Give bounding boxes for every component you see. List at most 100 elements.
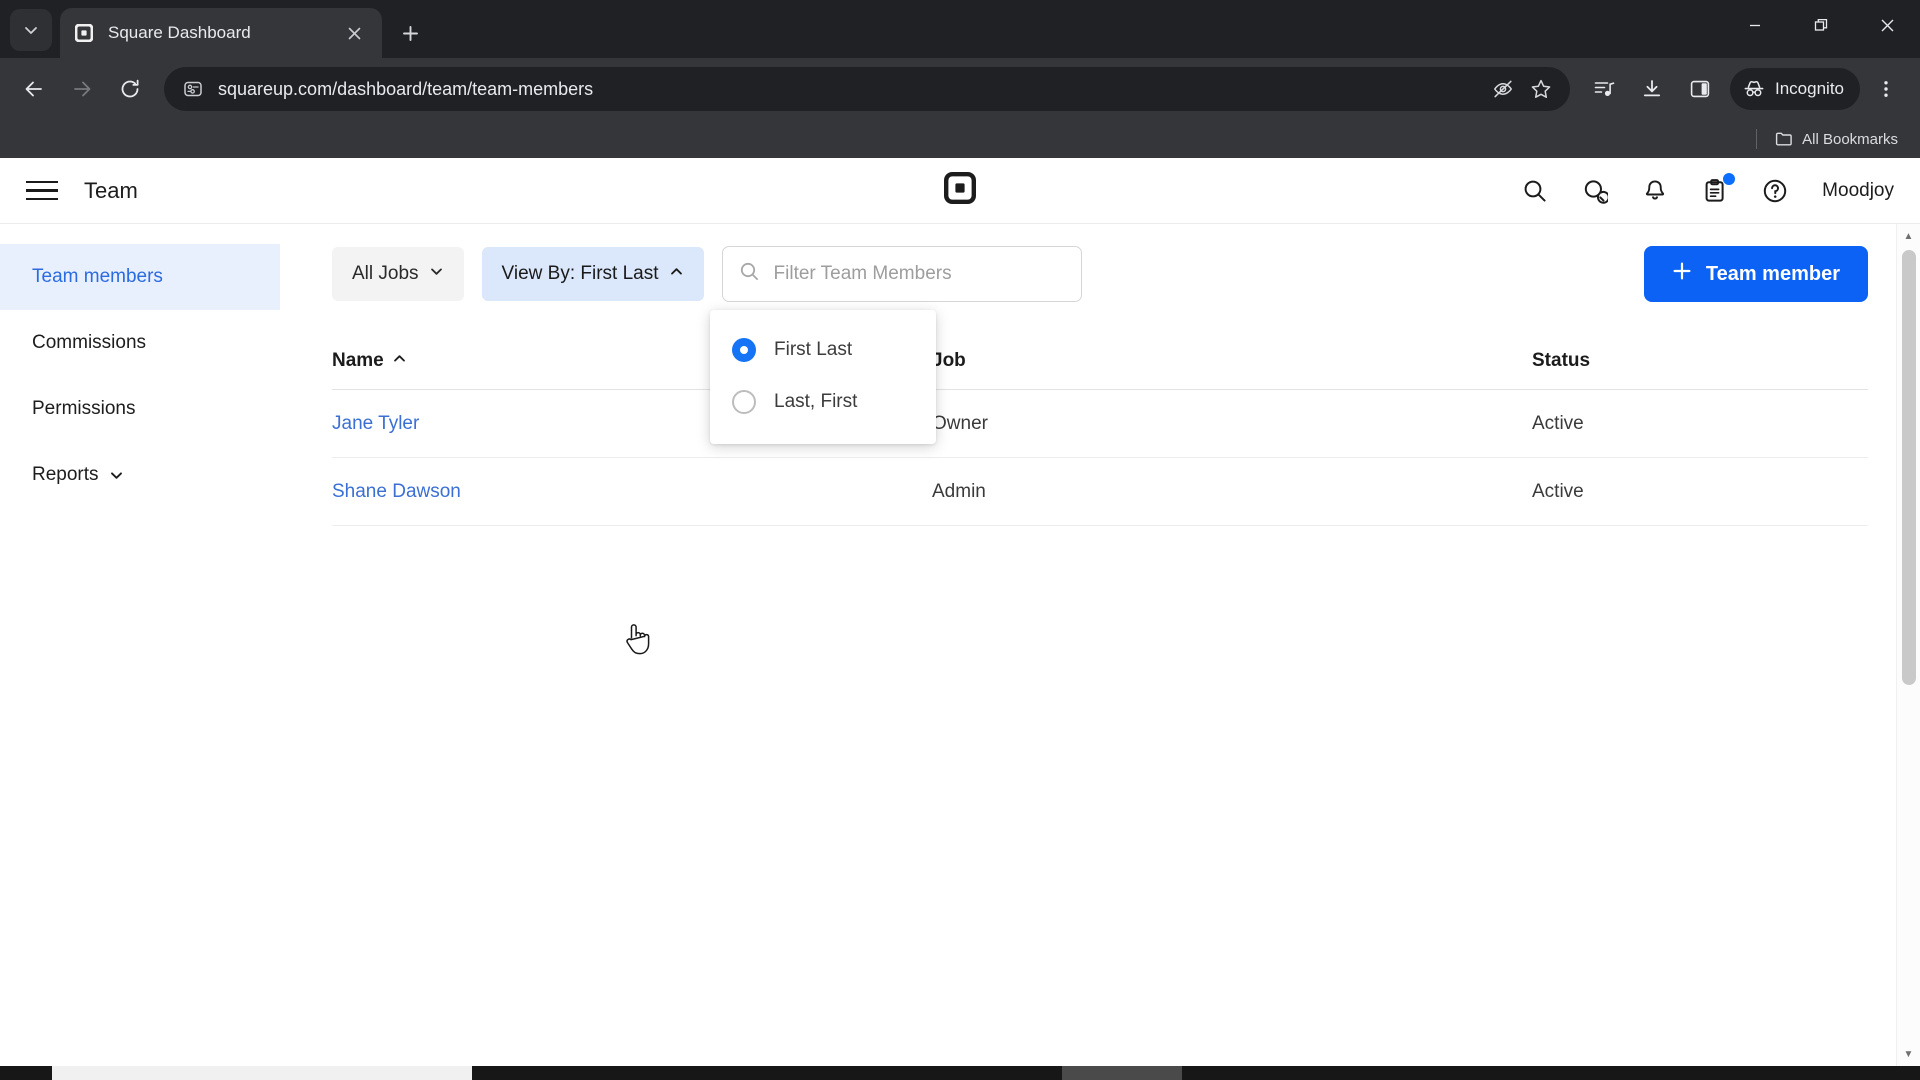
sidebar: Team members Commissions Permissions Rep…: [0, 224, 280, 1066]
sidebar-item-label: Team members: [32, 266, 163, 287]
incognito-icon: [1744, 80, 1764, 97]
view-by-label: View By: First Last: [501, 263, 659, 284]
scroll-down-arrow-icon[interactable]: ▼: [1897, 1042, 1920, 1066]
star-icon[interactable]: [1526, 74, 1556, 104]
window-minimize-button[interactable]: [1722, 0, 1788, 50]
search-input[interactable]: [773, 263, 1065, 285]
close-icon: [1881, 19, 1893, 31]
all-bookmarks-button[interactable]: All Bookmarks: [1767, 127, 1906, 151]
minimize-icon: [1750, 24, 1760, 27]
view-by-dropdown-menu: First Last Last, First: [710, 310, 936, 444]
sidebar-item-commissions[interactable]: Commissions: [0, 310, 280, 376]
chevron-down-icon: [109, 468, 124, 483]
tab-search-button[interactable]: [10, 9, 52, 51]
radio-button-icon[interactable]: [732, 390, 756, 414]
column-header-label: Status: [1532, 349, 1591, 371]
plus-icon: [402, 25, 418, 41]
sidebar-item-permissions[interactable]: Permissions: [0, 376, 280, 442]
all-jobs-label: All Jobs: [352, 263, 419, 284]
add-team-member-label: Team member: [1705, 262, 1840, 285]
tab-title: Square Dashboard: [108, 23, 251, 42]
notification-badge: [1723, 172, 1736, 185]
address-bar[interactable]: squareup.com/dashboard/team/team-members: [164, 67, 1570, 111]
square-logo-icon: [944, 172, 977, 209]
app-body: Team members Commissions Permissions Rep…: [0, 224, 1920, 1066]
filter-toolbar: All Jobs View By: First Last Filter Team…: [332, 246, 1868, 302]
sidebar-item-reports[interactable]: Reports: [0, 442, 280, 508]
cell-job: Admin: [932, 480, 986, 502]
table-row[interactable]: Jane Tyler Owner Active: [332, 390, 1868, 458]
incognito-indicator[interactable]: Incognito: [1730, 68, 1860, 110]
cell-job: Owner: [932, 412, 988, 434]
table-header-row: Name Job Status: [332, 332, 1868, 390]
media-control-icon[interactable]: [1582, 67, 1626, 111]
bell-icon[interactable]: [1638, 174, 1672, 208]
reload-icon: [121, 79, 139, 98]
view-by-filter-button[interactable]: View By: First Last: [481, 247, 704, 301]
browser-tab[interactable]: Square Dashboard: [60, 8, 382, 58]
bookmarks-divider: [1756, 129, 1758, 149]
horizontal-scrollbar-segment[interactable]: [1062, 1066, 1182, 1080]
column-header-label: Name: [332, 349, 384, 371]
vertical-scrollbar[interactable]: ▲ ▼: [1896, 224, 1920, 1066]
browser-window: Square Dashboard squareup.com/dashboard/…: [0, 0, 1920, 1080]
dropdown-option-first-last[interactable]: First Last: [710, 324, 936, 376]
team-members-table: Name Job Status Jane Tyler Owner Active …: [332, 332, 1868, 526]
page-info-icon[interactable]: [178, 74, 208, 104]
dropdown-option-label: First Last: [774, 339, 853, 360]
user-menu[interactable]: Moodjoy: [1822, 180, 1894, 202]
browser-toolbar: squareup.com/dashboard/team/team-members: [0, 58, 1920, 120]
main-content: All Jobs View By: First Last Filter Team…: [280, 224, 1920, 1066]
vertical-scrollbar-thumb[interactable]: [1902, 250, 1916, 685]
window-restore-button[interactable]: [1788, 0, 1854, 50]
chevron-down-icon: [25, 27, 37, 34]
square-logo-icon: [74, 23, 94, 43]
column-header-status[interactable]: Status: [1532, 350, 1868, 372]
sidebar-item-label: Permissions: [32, 398, 136, 419]
chevron-down-icon: [429, 263, 444, 285]
search-icon: [739, 261, 760, 287]
add-team-member-button[interactable]: Team member: [1643, 246, 1868, 302]
scroll-up-arrow-icon[interactable]: ▲: [1897, 224, 1920, 248]
cell-status: Active: [1532, 412, 1584, 434]
all-bookmarks-label: All Bookmarks: [1802, 130, 1898, 148]
url-text: squareup.com/dashboard/team/team-members: [218, 78, 594, 99]
help-circle-icon[interactable]: [1758, 174, 1792, 208]
browser-menu-button[interactable]: [1864, 67, 1908, 111]
page-title: Team: [84, 177, 138, 203]
cell-status: Active: [1532, 480, 1584, 502]
forward-button[interactable]: [60, 67, 104, 111]
team-member-link[interactable]: Jane Tyler: [332, 413, 419, 434]
incognito-label: Incognito: [1775, 79, 1844, 98]
filter-search-box[interactable]: [721, 246, 1082, 302]
folder-icon: [1776, 132, 1792, 146]
dropdown-option-last-first[interactable]: Last, First: [710, 376, 936, 428]
sidebar-item-team-members[interactable]: Team members: [0, 244, 280, 310]
arrow-right-icon: [74, 81, 91, 97]
table-row[interactable]: Shane Dawson Admin Active: [332, 458, 1868, 526]
plus-icon: [1672, 261, 1692, 287]
horizontal-scrollbar-thumb[interactable]: [52, 1066, 472, 1080]
download-icon[interactable]: [1630, 67, 1674, 111]
clipboard-icon[interactable]: [1698, 172, 1736, 208]
three-dot-menu-icon: [1884, 81, 1888, 97]
radio-button-selected-icon[interactable]: [732, 338, 756, 362]
new-tab-button[interactable]: [390, 13, 430, 53]
hamburger-menu-icon[interactable]: [26, 172, 64, 210]
column-header-label: Job: [932, 349, 966, 371]
back-button[interactable]: [12, 67, 56, 111]
chat-bubbles-icon[interactable]: [1578, 174, 1612, 208]
window-close-button[interactable]: [1854, 0, 1920, 50]
tab-close-icon[interactable]: [340, 19, 368, 47]
reload-button[interactable]: [108, 67, 152, 111]
horizontal-scrollbar[interactable]: [0, 1066, 1920, 1080]
eye-off-icon[interactable]: [1488, 74, 1518, 104]
all-jobs-filter-button[interactable]: All Jobs: [332, 247, 464, 301]
page-viewport: Team Moodjoy Team members Commissions Pe…: [0, 158, 1920, 1080]
chevron-up-icon: [669, 263, 684, 285]
header-actions: Moodjoy: [1518, 172, 1894, 208]
side-panel-icon[interactable]: [1678, 67, 1722, 111]
team-member-link[interactable]: Shane Dawson: [332, 481, 461, 502]
column-header-job[interactable]: Job: [932, 350, 1532, 372]
search-icon[interactable]: [1518, 174, 1552, 208]
